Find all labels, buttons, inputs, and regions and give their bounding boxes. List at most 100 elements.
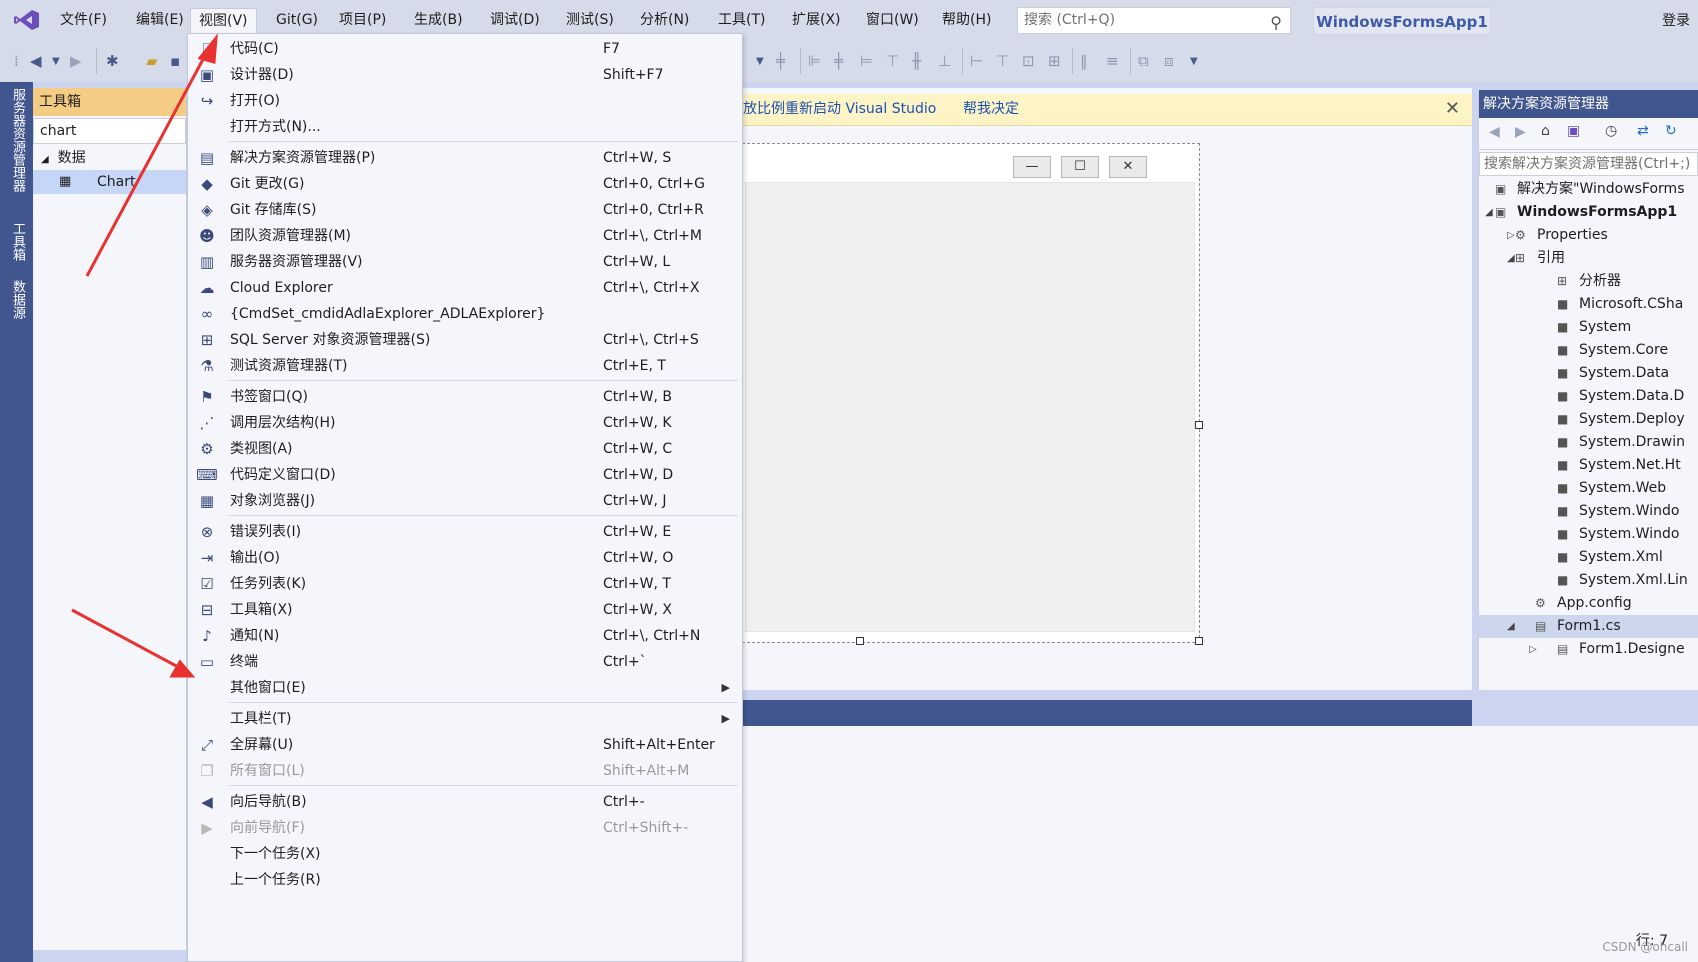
- tree-expander-icon[interactable]: ▷: [1507, 224, 1515, 247]
- tree-expander-icon[interactable]: ▷: [1529, 638, 1537, 661]
- same-height-icon[interactable]: ⊤: [996, 52, 1009, 70]
- tree-row[interactable]: ▷ ▤ Form1.Designe: [1479, 638, 1698, 661]
- view-menu-item[interactable]: ⊟ 工具箱(X) Ctrl+W, X: [188, 596, 742, 624]
- menu-view[interactable]: 视图(V): [190, 8, 257, 34]
- toolbar-overflow-icon[interactable]: ▼: [1190, 56, 1198, 67]
- same-size-icon[interactable]: ⊡: [1022, 52, 1035, 70]
- size-to-grid-icon[interactable]: ⊞: [1048, 52, 1061, 70]
- back-icon[interactable]: ◀: [30, 52, 42, 70]
- v-spacing-icon[interactable]: ≡: [1106, 52, 1119, 70]
- resize-handle-corner[interactable]: [1195, 637, 1203, 645]
- tree-row[interactable]: ■ System.Data.D: [1479, 385, 1698, 408]
- tree-row[interactable]: ▷ ⚙ Properties: [1479, 224, 1698, 247]
- tree-row[interactable]: ■ System.Deploy: [1479, 408, 1698, 431]
- pending-changes-icon[interactable]: ◷: [1605, 123, 1617, 139]
- view-menu-item[interactable]: ◆ Git 更改(G) Ctrl+0, Ctrl+G: [188, 170, 742, 198]
- menu-git[interactable]: Git(G): [268, 8, 326, 32]
- menu-extensions[interactable]: 扩展(X): [784, 8, 849, 32]
- view-menu-item[interactable]: 其他窗口(E) ▶: [188, 674, 742, 702]
- view-menu-item[interactable]: ↪ 打开(O): [188, 87, 742, 115]
- view-menu-item[interactable]: ⋰ 调用层次结构(H) Ctrl+W, K: [188, 409, 742, 437]
- resize-handle-right[interactable]: [1195, 421, 1203, 429]
- view-menu-item[interactable]: ⚙ 类视图(A) Ctrl+W, C: [188, 435, 742, 463]
- view-menu-item[interactable]: 打开方式(N)...: [188, 113, 742, 141]
- tab-toolbox[interactable]: 工具箱: [8, 222, 26, 261]
- tab-server-explorer[interactable]: 服务器资源管理器: [8, 88, 26, 192]
- back-icon[interactable]: ◀: [1489, 124, 1500, 140]
- tree-row[interactable]: ■ System.Data: [1479, 362, 1698, 385]
- tree-expander-icon[interactable]: ◢: [1507, 615, 1515, 638]
- menu-test[interactable]: 测试(S): [558, 8, 622, 32]
- tree-row[interactable]: ⚙ App.config: [1479, 592, 1698, 615]
- tree-row[interactable]: ◢ ▣ WindowsFormsApp1: [1479, 201, 1698, 224]
- menu-file[interactable]: 文件(F): [52, 8, 115, 32]
- tree-row[interactable]: ■ System: [1479, 316, 1698, 339]
- tree-row[interactable]: ◢ ⊞ 引用: [1479, 247, 1698, 270]
- grid-align-icon[interactable]: ╪: [776, 52, 785, 70]
- toolbox-group-data[interactable]: ◢ 数据: [33, 146, 186, 170]
- tree-row[interactable]: ◢ ▤ Form1.cs: [1479, 615, 1698, 638]
- tree-row[interactable]: ■ System.Windo: [1479, 500, 1698, 523]
- home-icon[interactable]: ⌂: [1541, 123, 1550, 139]
- view-menu-item[interactable]: ▥ 服务器资源管理器(V) Ctrl+W, L: [188, 248, 742, 276]
- view-menu-item[interactable]: ⊞ SQL Server 对象资源管理器(S) Ctrl+\, Ctrl+S: [188, 326, 742, 354]
- view-menu-item[interactable]: ▤ 解决方案资源管理器(P) Ctrl+W, S: [188, 144, 742, 172]
- form-designer-window[interactable]: — ☐ ✕: [742, 143, 1203, 645]
- align-right-icon[interactable]: ⊨: [860, 52, 873, 70]
- forward-icon[interactable]: ▶: [1515, 124, 1526, 140]
- view-menu-item[interactable]: ∞ {CmdSet_cmdidAdlaExplorer_ADLAExplorer}: [188, 300, 742, 328]
- menu-edit[interactable]: 编辑(E): [128, 8, 192, 32]
- view-menu-item[interactable]: ⌨ 代码定义窗口(D) Ctrl+W, D: [188, 461, 742, 489]
- menu-debug[interactable]: 调试(D): [482, 8, 548, 32]
- view-menu-item[interactable]: ▭ 终端 Ctrl+`: [188, 648, 742, 676]
- menu-window[interactable]: 窗口(W): [858, 8, 927, 32]
- toolbox-item-chart[interactable]: ▦ Chart: [33, 170, 186, 194]
- same-width-icon[interactable]: ⊢: [970, 52, 983, 70]
- visual-studio-logo-icon[interactable]: [14, 9, 40, 31]
- view-menu-item[interactable]: ☑ 任务列表(K) Ctrl+W, T: [188, 570, 742, 598]
- tree-row[interactable]: ■ System.Net.Ht: [1479, 454, 1698, 477]
- view-menu-item[interactable]: ♪ 通知(N) Ctrl+\, Ctrl+N: [188, 622, 742, 650]
- resize-handle-bottom[interactable]: [856, 637, 864, 645]
- align-left-icon[interactable]: ⊫: [808, 52, 821, 70]
- close-icon[interactable]: ✕: [1445, 94, 1460, 124]
- view-menu-item[interactable]: ⊗ 错误列表(I) Ctrl+W, E: [188, 518, 742, 546]
- align-middle-icon[interactable]: ╫: [912, 52, 921, 70]
- align-bottom-icon[interactable]: ⊥: [938, 52, 951, 70]
- bring-front-icon[interactable]: ⧉: [1138, 52, 1149, 70]
- view-menu-item[interactable]: ☁ Cloud Explorer Ctrl+\, Ctrl+X: [188, 274, 742, 302]
- open-folder-icon[interactable]: ▰: [146, 52, 158, 70]
- menu-project[interactable]: 项目(P): [331, 8, 394, 32]
- view-menu-item[interactable]: ☻ 团队资源管理器(M) Ctrl+\, Ctrl+M: [188, 222, 742, 250]
- send-back-icon[interactable]: ⧈: [1164, 52, 1174, 70]
- view-menu-item[interactable]: 上一个任务(R): [188, 866, 742, 894]
- save-icon[interactable]: ▪: [170, 52, 180, 70]
- signin-link[interactable]: 登录: [1662, 10, 1690, 30]
- sync-icon[interactable]: ⇄: [1637, 123, 1649, 139]
- tree-row[interactable]: ■ System.Web: [1479, 477, 1698, 500]
- view-menu-item[interactable]: ⤢ 全屏幕(U) Shift+Alt+Enter: [188, 731, 742, 759]
- search-input[interactable]: 搜索 (Ctrl+Q) ⚲: [1017, 7, 1291, 34]
- view-menu-item[interactable]: ⚗ 测试资源管理器(T) Ctrl+E, T: [188, 352, 742, 380]
- view-menu-item[interactable]: ◈ Git 存储库(S) Ctrl+0, Ctrl+R: [188, 196, 742, 224]
- tree-row[interactable]: ■ System.Xml.Lin: [1479, 569, 1698, 592]
- view-menu-item[interactable]: ⚑ 书签窗口(Q) Ctrl+W, B: [188, 383, 742, 411]
- view-menu-item[interactable]: ◀ 向后导航(B) Ctrl+-: [188, 788, 742, 816]
- tree-row[interactable]: ▣ 解决方案"WindowsForms: [1479, 178, 1698, 201]
- menu-tools[interactable]: 工具(T): [710, 8, 773, 32]
- align-top-icon[interactable]: ⊤: [886, 52, 899, 70]
- h-spacing-icon[interactable]: ‖: [1080, 52, 1088, 70]
- view-menu-item[interactable]: ⇥ 输出(O) Ctrl+W, O: [188, 544, 742, 572]
- menu-help[interactable]: 帮助(H): [934, 8, 999, 32]
- info-bar-link[interactable]: 帮我决定: [963, 94, 1019, 124]
- view-menu-item[interactable]: 下一个任务(X): [188, 840, 742, 868]
- toolbox-search-input[interactable]: chart: [33, 118, 186, 144]
- tree-row[interactable]: ■ System.Drawin: [1479, 431, 1698, 454]
- tree-row[interactable]: ■ System.Xml: [1479, 546, 1698, 569]
- solution-search-input[interactable]: 搜索解决方案资源管理器(Ctrl+;): [1479, 152, 1698, 176]
- tab-data-sources[interactable]: 数据源: [8, 280, 26, 319]
- back-dropdown-icon[interactable]: ▼: [52, 56, 60, 67]
- refresh-icon[interactable]: ↻: [1665, 123, 1677, 139]
- view-menu-item[interactable]: ▣ 设计器(D) Shift+F7: [188, 61, 742, 89]
- view-menu-item[interactable]: ⌸ 代码(C) F7: [188, 35, 742, 63]
